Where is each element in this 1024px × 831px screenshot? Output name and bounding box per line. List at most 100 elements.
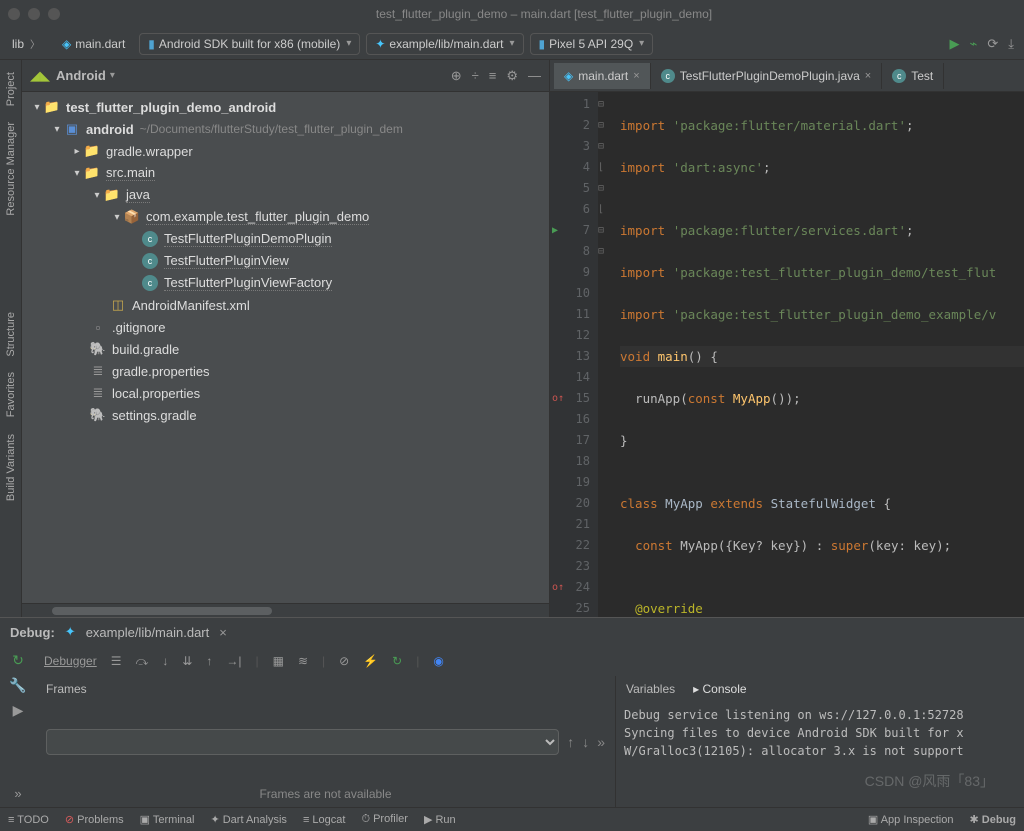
hot-restart-icon[interactable]: ↻ [392, 654, 402, 668]
project-scope[interactable]: Android [56, 68, 106, 83]
evaluate-icon[interactable]: ▦ [273, 654, 284, 668]
frame-down-icon[interactable]: ↓ [582, 734, 589, 750]
collapse-icon[interactable]: ≡ [489, 68, 497, 84]
bottom-run[interactable]: ▶ Run [424, 813, 456, 826]
rail-structure[interactable]: Structure [3, 304, 19, 365]
tree-package[interactable]: ▾📦 com.example.test_flutter_plugin_demo [22, 206, 549, 228]
project-tree[interactable]: ▾📁 test_flutter_plugin_demo_android ▾▣ a… [22, 92, 549, 603]
tree-src-main[interactable]: ▾📁 src.main [22, 162, 549, 184]
run-gutter-icon[interactable]: ▶ [552, 220, 558, 241]
code-body[interactable]: import 'package:flutter/material.dart'; … [616, 92, 1024, 617]
tree-gitignore[interactable]: ▫ .gitignore [22, 316, 549, 338]
bottom-terminal[interactable]: ▣ Terminal [140, 813, 195, 826]
trace-icon[interactable]: ≋ [298, 654, 308, 668]
debug-button[interactable]: ⌁ [970, 36, 978, 52]
hot-reload-icon[interactable]: ⚡ [363, 654, 378, 668]
close-icon[interactable]: × [633, 70, 639, 82]
device-selector[interactable]: ▮ Android SDK built for x86 (mobile) ▾ [139, 33, 360, 55]
rerun-icon[interactable]: ↻ [12, 652, 24, 669]
editor-tab-plugin[interactable]: c TestFlutterPluginDemoPlugin.java × [651, 63, 883, 89]
breadcrumb-file[interactable]: ◈ main.dart [54, 34, 133, 54]
profile-button[interactable]: ⟳ [987, 36, 998, 52]
props-icon: ≣ [90, 363, 106, 379]
tree-build-gradle[interactable]: 🐘 build.gradle [22, 338, 549, 360]
variables-tab[interactable]: Variables [626, 682, 675, 696]
close-icon[interactable]: × [219, 625, 227, 640]
tree-root[interactable]: ▾📁 test_flutter_plugin_demo_android [22, 96, 549, 118]
editor-tab-test[interactable]: c Test [882, 63, 944, 89]
tree-java[interactable]: ▾📁 java [22, 184, 549, 206]
more-icon[interactable]: » [14, 786, 21, 801]
expand-icon[interactable]: ÷ [472, 68, 479, 84]
rail-project[interactable]: Project [3, 64, 19, 114]
attach-button[interactable]: ⤓ [1008, 36, 1014, 52]
wrench-icon[interactable]: 🔧 [9, 677, 26, 694]
tree-manifest[interactable]: ◫ AndroidManifest.xml [22, 294, 549, 316]
tree-class-2[interactable]: c TestFlutterPluginView [22, 250, 549, 272]
debug-panel: Debug: ✦ example/lib/main.dart × ↻ 🔧 ▶ »… [0, 617, 1024, 807]
run-button[interactable]: ▶ [950, 36, 960, 52]
step-over-icon[interactable]: ⤼ [135, 654, 148, 669]
editor-content[interactable]: 1 2 3 4 5 6 ▶7 8 9 10 11 12 13 14 o↑15 1… [550, 92, 1024, 617]
phone-icon: ▮ [148, 37, 155, 51]
tree-gradle-props[interactable]: ≣ gradle.properties [22, 360, 549, 382]
breadcrumb-lib[interactable]: lib 〉 [4, 33, 48, 54]
scrollbar-thumb[interactable] [52, 607, 272, 615]
resume-icon[interactable]: ▶ [13, 702, 24, 719]
tree-class-1[interactable]: c TestFlutterPluginDemoPlugin [22, 228, 549, 250]
traffic-light-close[interactable] [8, 8, 20, 20]
debug-config[interactable]: example/lib/main.dart [86, 625, 210, 640]
force-step-icon[interactable]: ⇊ [182, 654, 192, 668]
emulator-selector[interactable]: ▮ Pixel 5 API 29Q ▾ [530, 33, 654, 55]
threads-icon[interactable]: ☰ [111, 654, 122, 668]
class-icon: c [661, 69, 675, 83]
bottom-dart-analysis[interactable]: ✦ Dart Analysis [210, 813, 286, 826]
tree-gradle-wrapper[interactable]: ▸📁 gradle.wrapper [22, 140, 549, 162]
settings-icon[interactable]: ⚙ [506, 68, 518, 84]
console-tab[interactable]: ▸ Console [693, 682, 746, 696]
bottom-toolbar: ≡ TODO ⊘ Problems ▣ Terminal ✦ Dart Anal… [0, 807, 1024, 831]
frames-header[interactable]: Frames [36, 676, 615, 702]
console-output[interactable]: Debug service listening on ws://127.0.0.… [616, 702, 1024, 807]
mute-icon[interactable]: ⊘ [339, 654, 349, 668]
bottom-todo[interactable]: ≡ TODO [8, 814, 49, 826]
devtools-icon[interactable]: ◉ [433, 654, 443, 668]
rail-favorites[interactable]: Favorites [3, 364, 19, 425]
run-config-selector[interactable]: ✦ example/lib/main.dart ▾ [366, 33, 523, 55]
bottom-app-inspection[interactable]: ▣ App Inspection [868, 813, 954, 826]
debugger-tab[interactable]: Debugger [44, 654, 97, 668]
tree-class-3[interactable]: c TestFlutterPluginViewFactory [22, 272, 549, 294]
traffic-light-min[interactable] [28, 8, 40, 20]
rail-build-variants[interactable]: Build Variants [3, 426, 19, 509]
bottom-debug[interactable]: ✱ Debug [969, 813, 1016, 826]
rail-resource-manager[interactable]: Resource Manager [3, 114, 19, 224]
fold-gutter[interactable]: ⊟⊟ ⊟⌊⊟⌊ ⊟⊟ [598, 92, 616, 617]
class-icon: c [142, 275, 158, 291]
tree-settings-gradle[interactable]: 🐘 settings.gradle [22, 404, 549, 426]
traffic-light-max[interactable] [48, 8, 60, 20]
bottom-profiler[interactable]: ⏱ Profiler [361, 813, 407, 826]
close-icon[interactable]: × [865, 70, 871, 82]
locate-icon[interactable]: ⊕ [451, 68, 462, 84]
bottom-problems[interactable]: ⊘ Problems [65, 813, 124, 826]
src-folder-icon: 📁 [104, 187, 120, 203]
override-gutter-icon[interactable]: o↑ [552, 388, 564, 409]
tree-local-props[interactable]: ≣ local.properties [22, 382, 549, 404]
frame-up-icon[interactable]: ↑ [567, 734, 574, 750]
editor-tabs: ◈ main.dart × c TestFlutterPluginDemoPlu… [550, 60, 1024, 92]
flutter-icon: ✦ [375, 37, 385, 51]
hide-icon[interactable]: — [528, 68, 541, 84]
bottom-logcat[interactable]: ≡ Logcat [303, 814, 346, 826]
run-to-cursor-icon[interactable]: →| [226, 654, 241, 668]
frame-more-icon[interactable]: » [597, 734, 605, 750]
step-out-icon[interactable]: ↑ [206, 654, 212, 668]
tree-android[interactable]: ▾▣ android ~/Documents/flutterStudy/test… [22, 118, 549, 140]
tree-horizontal-scrollbar[interactable] [22, 603, 549, 617]
class-icon: c [892, 69, 906, 83]
frames-thread-select[interactable] [46, 729, 559, 755]
debug-toolbar: Debugger ☰ ⤼ ↓ ⇊ ↑ →| | ▦ ≋ | ⊘ ⚡ ↻ | ◉ [36, 646, 1024, 676]
override-gutter-icon[interactable]: o↑ [552, 577, 564, 598]
editor-tab-main[interactable]: ◈ main.dart × [554, 63, 651, 89]
line-gutter[interactable]: 1 2 3 4 5 6 ▶7 8 9 10 11 12 13 14 o↑15 1… [550, 92, 598, 617]
step-into-icon[interactable]: ↓ [162, 654, 168, 668]
